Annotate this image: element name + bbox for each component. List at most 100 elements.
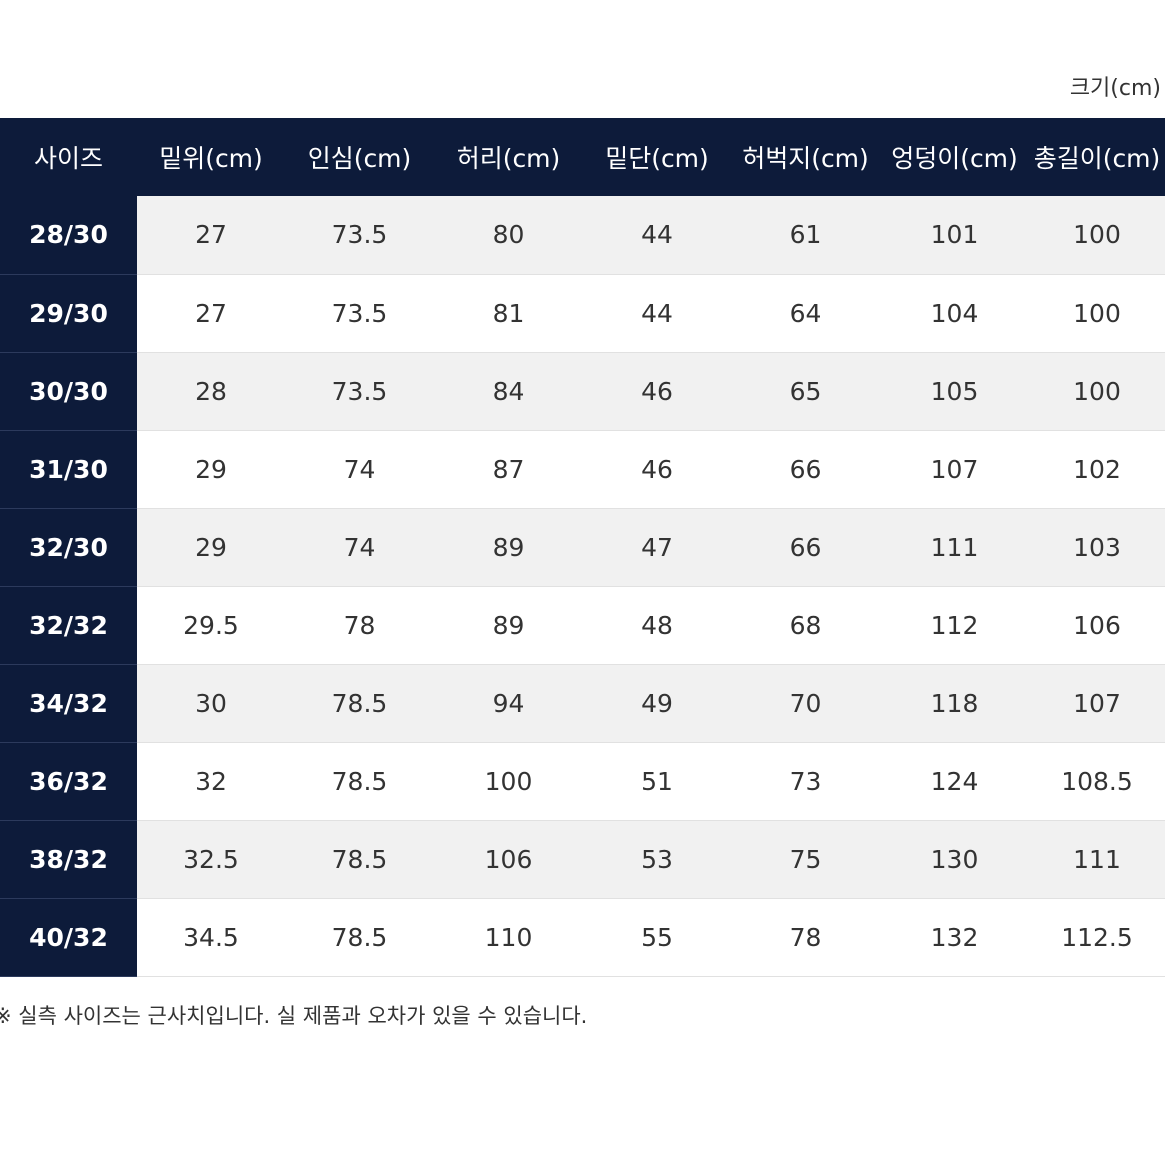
rise-cell: 32.5 bbox=[137, 820, 285, 899]
thigh-cell: 65 bbox=[731, 352, 880, 431]
hem-cell: 53 bbox=[583, 820, 731, 899]
hem-cell: 46 bbox=[583, 430, 731, 509]
hip-cell: 104 bbox=[880, 274, 1029, 353]
hip-cell: 132 bbox=[880, 898, 1029, 977]
header-rise: 밑위(cm) bbox=[137, 118, 285, 196]
total-length-cell: 102 bbox=[1029, 430, 1165, 509]
size-cell: 40/32 bbox=[0, 898, 137, 977]
waist-cell: 81 bbox=[434, 274, 583, 353]
total-length-cell: 100 bbox=[1029, 196, 1165, 275]
table-row: 28/30 27 73.5 80 44 61 101 100 bbox=[0, 196, 1165, 275]
inseam-cell: 73.5 bbox=[285, 352, 434, 431]
size-cell: 31/30 bbox=[0, 430, 137, 509]
inseam-cell: 74 bbox=[285, 508, 434, 587]
size-cell: 29/30 bbox=[0, 274, 137, 353]
total-length-cell: 100 bbox=[1029, 352, 1165, 431]
header-size: 사이즈 bbox=[0, 118, 137, 196]
thigh-cell: 78 bbox=[731, 898, 880, 977]
waist-cell: 100 bbox=[434, 742, 583, 821]
size-cell: 32/30 bbox=[0, 508, 137, 587]
inseam-cell: 78.5 bbox=[285, 820, 434, 899]
table-row: 29/30 27 73.5 81 44 64 104 100 bbox=[0, 274, 1165, 353]
waist-cell: 89 bbox=[434, 508, 583, 587]
table-row: 34/32 30 78.5 94 49 70 118 107 bbox=[0, 664, 1165, 743]
hem-cell: 49 bbox=[583, 664, 731, 743]
thigh-cell: 75 bbox=[731, 820, 880, 899]
table-header-row: 사이즈 밑위(cm) 인심(cm) 허리(cm) 밑단(cm) 허벅지(cm) … bbox=[0, 118, 1165, 196]
total-length-cell: 107 bbox=[1029, 664, 1165, 743]
hem-cell: 51 bbox=[583, 742, 731, 821]
header-total-length: 총길이(cm) bbox=[1029, 118, 1165, 196]
inseam-cell: 78 bbox=[285, 586, 434, 665]
thigh-cell: 66 bbox=[731, 430, 880, 509]
total-length-cell: 108.5 bbox=[1029, 742, 1165, 821]
inseam-cell: 73.5 bbox=[285, 274, 434, 353]
total-length-cell: 112.5 bbox=[1029, 898, 1165, 977]
hem-cell: 48 bbox=[583, 586, 731, 665]
hem-cell: 55 bbox=[583, 898, 731, 977]
rise-cell: 29.5 bbox=[137, 586, 285, 665]
hem-cell: 44 bbox=[583, 274, 731, 353]
waist-cell: 84 bbox=[434, 352, 583, 431]
footnote: ※ 실측 사이즈는 근사치입니다. 실 제품과 오차가 있을 수 있습니다. bbox=[0, 1004, 588, 1028]
header-inseam: 인심(cm) bbox=[285, 118, 434, 196]
total-length-cell: 103 bbox=[1029, 508, 1165, 587]
size-cell: 30/30 bbox=[0, 352, 137, 431]
thigh-cell: 66 bbox=[731, 508, 880, 587]
hem-cell: 47 bbox=[583, 508, 731, 587]
hip-cell: 112 bbox=[880, 586, 1029, 665]
rise-cell: 28 bbox=[137, 352, 285, 431]
inseam-cell: 74 bbox=[285, 430, 434, 509]
waist-cell: 80 bbox=[434, 196, 583, 275]
inseam-cell: 78.5 bbox=[285, 742, 434, 821]
waist-cell: 94 bbox=[434, 664, 583, 743]
rise-cell: 32 bbox=[137, 742, 285, 821]
table-row: 30/30 28 73.5 84 46 65 105 100 bbox=[0, 352, 1165, 431]
table-row: 38/32 32.5 78.5 106 53 75 130 111 bbox=[0, 820, 1165, 899]
rise-cell: 27 bbox=[137, 196, 285, 275]
unit-note: 크기(cm) bbox=[1069, 76, 1161, 101]
table-row: 32/30 29 74 89 47 66 111 103 bbox=[0, 508, 1165, 587]
header-hem: 밑단(cm) bbox=[583, 118, 731, 196]
waist-cell: 87 bbox=[434, 430, 583, 509]
table-row: 32/32 29.5 78 89 48 68 112 106 bbox=[0, 586, 1165, 665]
size-cell: 34/32 bbox=[0, 664, 137, 743]
hip-cell: 124 bbox=[880, 742, 1029, 821]
table-body: 28/30 27 73.5 80 44 61 101 100 29/30 27 73.5 81 44 64… bbox=[0, 196, 1165, 977]
rise-cell: 29 bbox=[137, 430, 285, 509]
thigh-cell: 61 bbox=[731, 196, 880, 275]
hip-cell: 130 bbox=[880, 820, 1029, 899]
table-row: 40/32 34.5 78.5 110 55 78 132 112.5 bbox=[0, 898, 1165, 977]
rise-cell: 34.5 bbox=[137, 898, 285, 977]
hip-cell: 111 bbox=[880, 508, 1029, 587]
waist-cell: 106 bbox=[434, 820, 583, 899]
size-chart-table: 사이즈 밑위(cm) 인심(cm) 허리(cm) 밑단(cm) 허벅지(cm) … bbox=[0, 118, 1165, 977]
rise-cell: 30 bbox=[137, 664, 285, 743]
hem-cell: 44 bbox=[583, 196, 731, 275]
hem-cell: 46 bbox=[583, 352, 731, 431]
hip-cell: 101 bbox=[880, 196, 1029, 275]
total-length-cell: 106 bbox=[1029, 586, 1165, 665]
total-length-cell: 111 bbox=[1029, 820, 1165, 899]
hip-cell: 118 bbox=[880, 664, 1029, 743]
size-cell: 36/32 bbox=[0, 742, 137, 821]
rise-cell: 29 bbox=[137, 508, 285, 587]
thigh-cell: 64 bbox=[731, 274, 880, 353]
hip-cell: 107 bbox=[880, 430, 1029, 509]
waist-cell: 89 bbox=[434, 586, 583, 665]
header-thigh: 허벅지(cm) bbox=[731, 118, 880, 196]
inseam-cell: 78.5 bbox=[285, 664, 434, 743]
thigh-cell: 70 bbox=[731, 664, 880, 743]
rise-cell: 27 bbox=[137, 274, 285, 353]
hip-cell: 105 bbox=[880, 352, 1029, 431]
table-row: 36/32 32 78.5 100 51 73 124 108.5 bbox=[0, 742, 1165, 821]
thigh-cell: 73 bbox=[731, 742, 880, 821]
table-row: 31/30 29 74 87 46 66 107 102 bbox=[0, 430, 1165, 509]
size-cell: 32/32 bbox=[0, 586, 137, 665]
inseam-cell: 78.5 bbox=[285, 898, 434, 977]
size-cell: 38/32 bbox=[0, 820, 137, 899]
waist-cell: 110 bbox=[434, 898, 583, 977]
size-cell: 28/30 bbox=[0, 196, 137, 275]
total-length-cell: 100 bbox=[1029, 274, 1165, 353]
header-hip: 엉덩이(cm) bbox=[880, 118, 1029, 196]
